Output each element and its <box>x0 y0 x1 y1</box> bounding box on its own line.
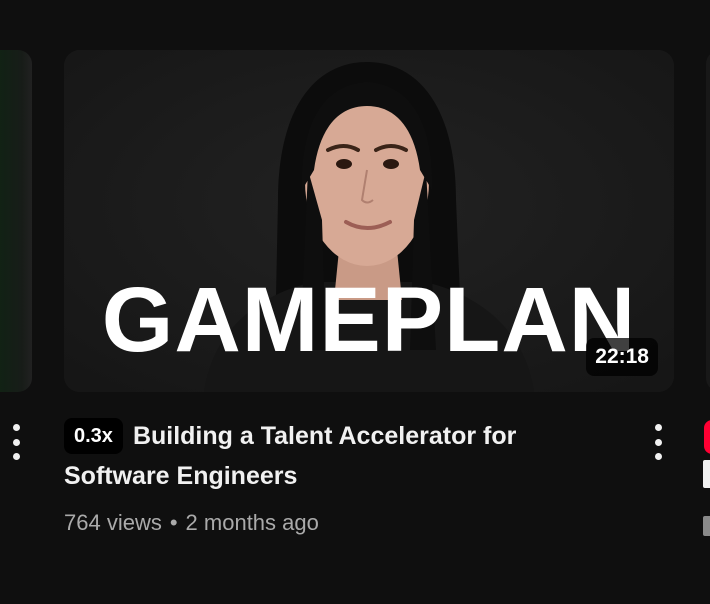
video-duration-badge: 22:18 <box>586 338 658 376</box>
thumbnail-edge <box>22 50 32 392</box>
next-video-thumbnail[interactable] <box>706 50 710 392</box>
dot <box>12 438 20 446</box>
video-stats: 764 views • 2 months ago <box>64 508 624 538</box>
more-vert-icon[interactable] <box>646 424 670 460</box>
previous-video-more-icon[interactable] <box>6 424 26 460</box>
dot <box>654 453 662 460</box>
playback-speed-badge: 0.3x <box>64 418 123 454</box>
upload-age: 2 months ago <box>185 510 319 535</box>
meta-separator: • <box>169 510 178 535</box>
previous-video-thumbnail[interactable] <box>0 50 32 392</box>
dot <box>12 424 20 431</box>
video-thumbnail[interactable]: GAMEPLAN 22:18 <box>64 50 674 392</box>
video-title[interactable]: 0.3x Building a Talent Accelerator for So… <box>64 416 624 496</box>
video-title-line-1: Building a Talent Accelerator for <box>132 422 517 450</box>
video-shelf: 5 <box>0 0 710 604</box>
dot <box>12 453 20 460</box>
view-count: 764 views <box>64 510 162 535</box>
dot <box>654 438 662 446</box>
next-video-title-fragment[interactable] <box>703 460 710 488</box>
video-title-line-2: Software Engineers <box>64 462 298 490</box>
next-video-badge <box>704 420 710 454</box>
thumbnail-title-text: GAMEPLAN <box>101 269 637 371</box>
video-metadata: 0.3x Building a Talent Accelerator for So… <box>64 416 624 538</box>
dot <box>654 424 662 431</box>
next-video-stats-fragment <box>703 516 710 536</box>
